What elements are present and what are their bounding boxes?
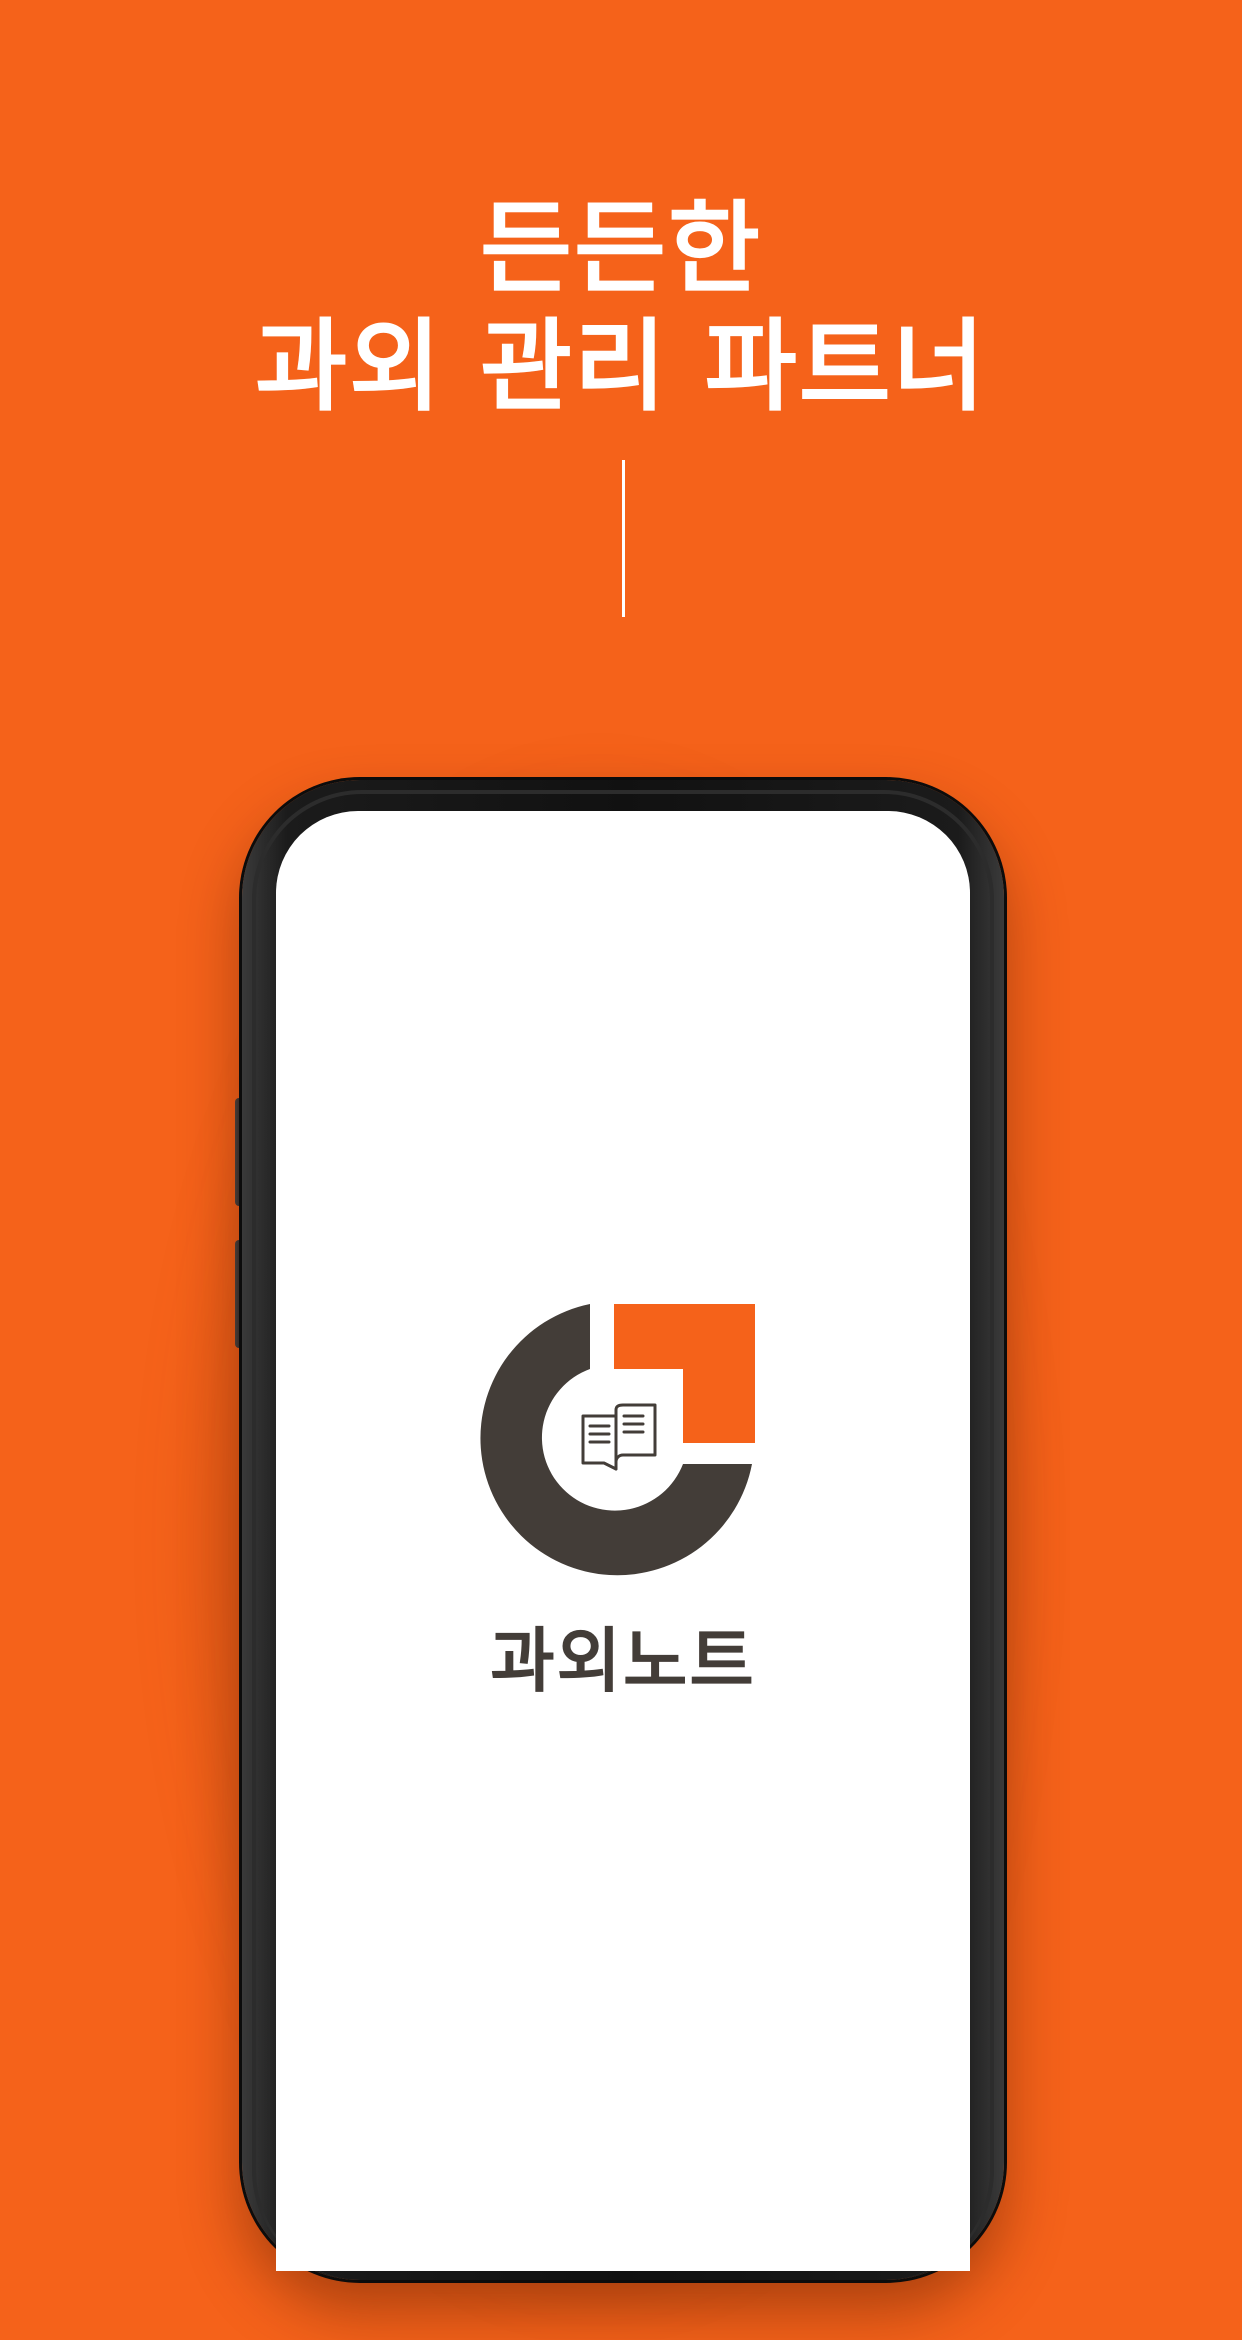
headline-line-2: 과외 관리 파트너 (255, 308, 987, 425)
phone-screen: 과외노트 (276, 811, 970, 2271)
app-logo-mark (480, 1304, 755, 1576)
app-name-logotype: 과외노트 (490, 1620, 756, 1702)
vertical-divider (622, 460, 625, 617)
logo-orange-corner (614, 1304, 755, 1443)
headline: 든든한 과외 관리 파트너 (0, 190, 1242, 426)
open-book-icon (581, 1403, 657, 1471)
headline-line-1: 든든한 (480, 190, 762, 307)
